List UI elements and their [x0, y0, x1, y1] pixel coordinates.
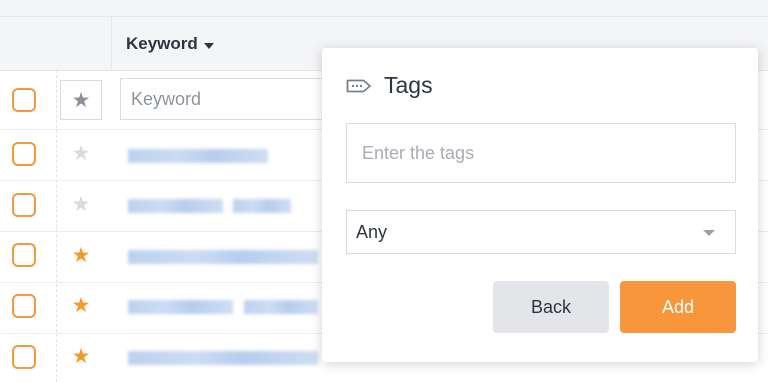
tag-match-value: Any — [356, 222, 388, 242]
star-icon[interactable]: ★ — [60, 295, 102, 316]
keyword-text-redacted — [233, 199, 291, 213]
keyword-text-redacted — [128, 250, 318, 264]
keyword-text-redacted — [128, 351, 318, 365]
tags-input[interactable] — [346, 123, 736, 183]
star-icon[interactable]: ★ — [60, 143, 102, 164]
column-separator — [56, 70, 57, 382]
row-checkbox[interactable] — [12, 193, 36, 217]
keyword-column-header[interactable]: Keyword — [126, 34, 214, 54]
star-icon[interactable]: ★ — [60, 346, 102, 367]
row-checkbox[interactable] — [12, 243, 36, 267]
tags-popup: Tags Any Back Add — [322, 48, 758, 362]
select-all-checkbox[interactable] — [12, 88, 36, 112]
chevron-down-icon — [703, 230, 715, 236]
keyword-text-redacted — [128, 199, 223, 213]
keyword-column-label: Keyword — [126, 34, 198, 53]
star-icon[interactable]: ★ — [60, 194, 102, 215]
tag-icon — [346, 79, 371, 92]
row-checkbox[interactable] — [12, 142, 36, 166]
back-button[interactable]: Back — [493, 281, 609, 333]
keyword-text-redacted — [128, 149, 268, 163]
star-icon[interactable]: ★ — [60, 245, 102, 266]
star-filter-button[interactable]: ★ — [60, 80, 102, 120]
add-button[interactable]: Add — [620, 281, 736, 333]
keyword-text-redacted — [128, 300, 233, 314]
keyword-filter-input[interactable] — [120, 78, 340, 120]
page: Keyword ★ ★ ★ ★ ★ ★ — [0, 0, 768, 382]
row-checkbox[interactable] — [12, 294, 36, 318]
row-checkbox[interactable] — [12, 345, 36, 369]
popup-title: Tags — [346, 72, 433, 99]
chevron-down-icon — [203, 42, 214, 49]
keyword-text-redacted — [244, 300, 318, 314]
table-top-strip — [0, 0, 768, 17]
star-icon: ★ — [71, 89, 91, 112]
tag-match-select[interactable]: Any — [346, 210, 736, 254]
popup-title-text: Tags — [384, 72, 433, 98]
